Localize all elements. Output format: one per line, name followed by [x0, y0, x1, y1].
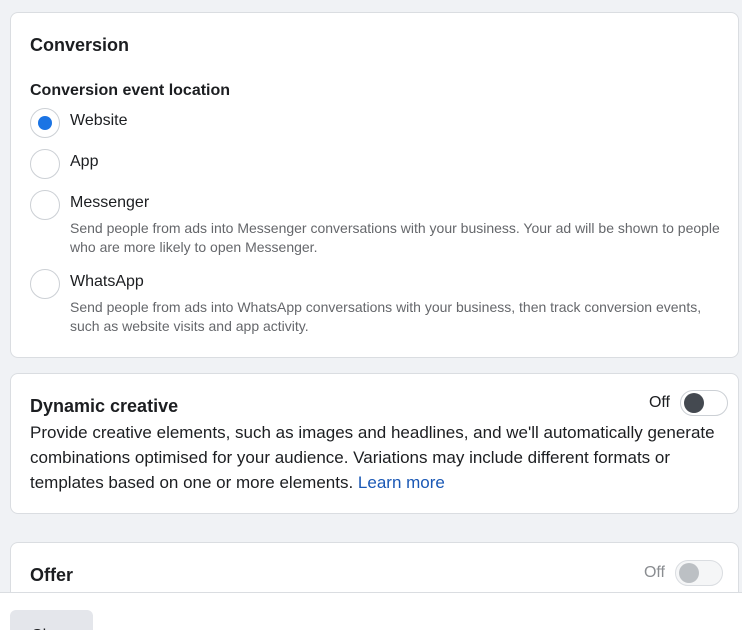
dynamic-creative-description: Provide creative elements, such as image…: [30, 420, 720, 495]
offer-toggle-group[interactable]: Off: [644, 560, 723, 586]
radio-description-whatsapp: Send people from ads into WhatsApp conve…: [70, 299, 702, 334]
dynamic-creative-toggle-label: Off: [648, 394, 670, 411]
dynamic-creative-card: Dynamic creative Off Provide creative el…: [10, 373, 739, 514]
radio-button-app[interactable]: [30, 149, 60, 179]
conversion-card: Conversion Conversion event location Web…: [10, 12, 739, 358]
footer-bar: Close: [0, 592, 742, 630]
toggle-knob: [679, 563, 699, 583]
conversion-title: Conversion: [30, 35, 130, 55]
dynamic-creative-toggle[interactable]: [680, 390, 728, 416]
offer-title: Offer: [30, 565, 74, 585]
learn-more-link[interactable]: Learn more: [358, 473, 445, 492]
offer-toggle-label: Off: [643, 564, 665, 581]
radio-label-messenger: Messenger: [70, 194, 150, 211]
conversion-location-heading: Conversion event location: [30, 82, 231, 99]
offer-toggle[interactable]: [675, 560, 723, 586]
close-button[interactable]: Close: [10, 610, 93, 630]
dynamic-creative-toggle-group[interactable]: Off: [649, 390, 728, 416]
radio-label-whatsapp: WhatsApp: [70, 273, 144, 290]
radio-label-website: Website: [70, 112, 128, 129]
radio-button-website[interactable]: [30, 108, 60, 138]
toggle-knob: [684, 393, 704, 413]
radio-description-messenger: Send people from ads into Messenger conv…: [70, 220, 720, 255]
radio-label-app: App: [70, 153, 99, 170]
radio-button-whatsapp[interactable]: [30, 269, 60, 299]
radio-button-messenger[interactable]: [30, 190, 60, 220]
dynamic-creative-title: Dynamic creative: [30, 396, 179, 416]
